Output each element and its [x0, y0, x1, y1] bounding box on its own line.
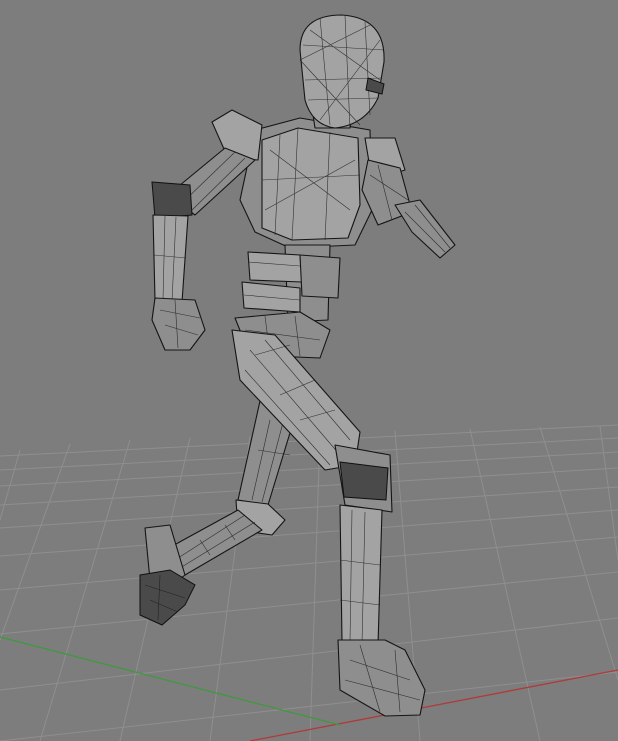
ground-grid [0, 424, 618, 741]
back-arm[interactable] [151, 109, 263, 351]
back-leg[interactable] [139, 391, 301, 626]
robot-head[interactable] [299, 14, 385, 129]
y-axis-line [0, 636, 341, 726]
front-arm[interactable] [361, 137, 456, 259]
x-axis-line [249, 669, 618, 741]
3d-viewport[interactable] [0, 0, 618, 741]
viewport-canvas[interactable] [0, 0, 618, 741]
robot-model[interactable] [139, 14, 456, 717]
